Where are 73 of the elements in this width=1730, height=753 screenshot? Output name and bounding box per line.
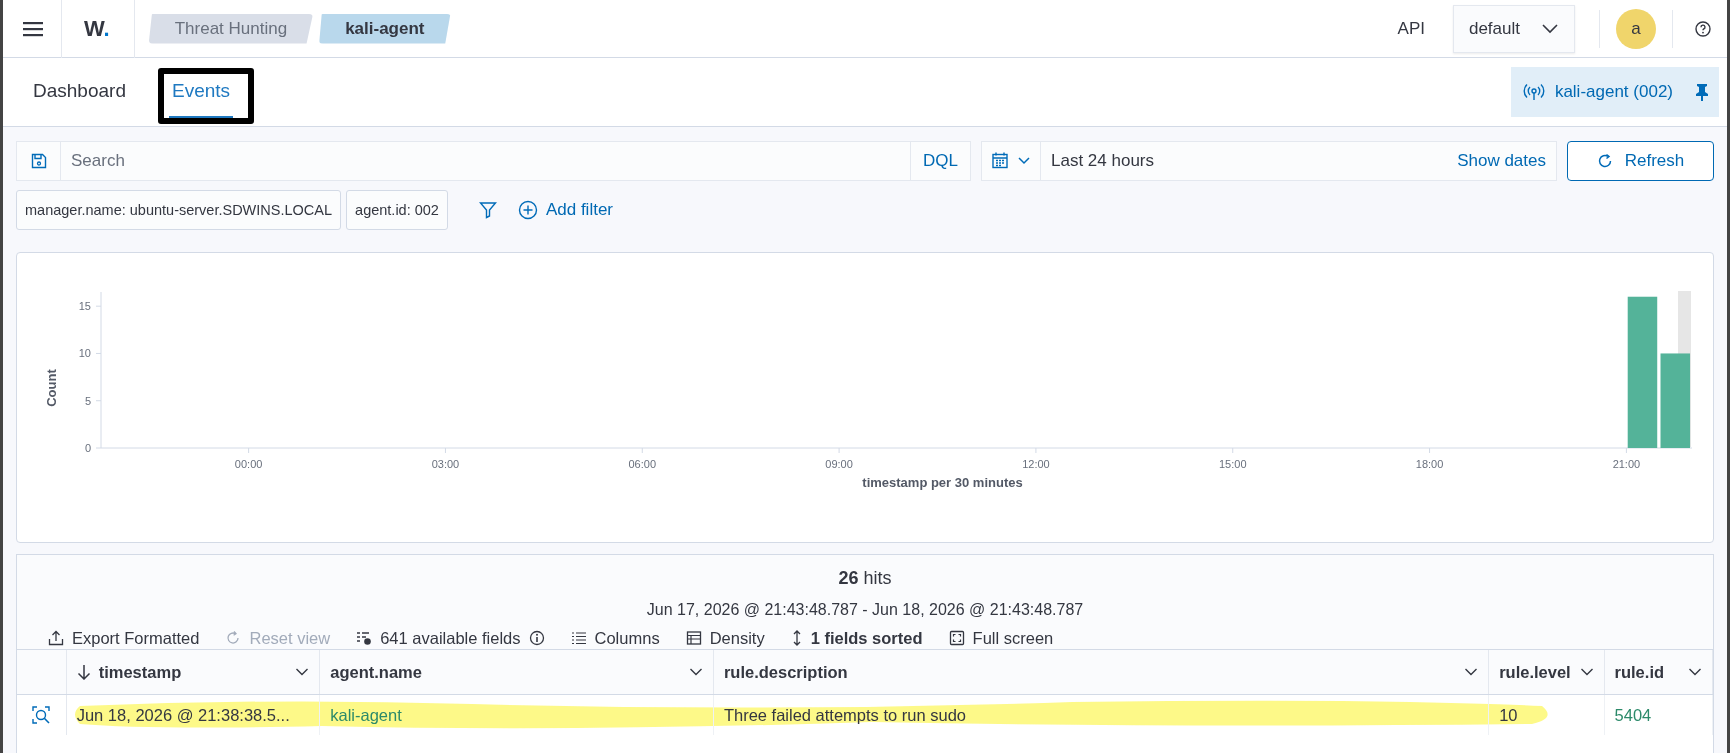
table-icon bbox=[685, 630, 702, 646]
show-dates-link[interactable]: Show dates bbox=[1457, 151, 1556, 171]
fullscreen-icon bbox=[948, 630, 965, 646]
axis-tick-label: 15 bbox=[78, 300, 91, 313]
table-link[interactable]: 5404 bbox=[1614, 705, 1652, 725]
logo[interactable]: W. bbox=[62, 15, 134, 42]
chevron-down-icon bbox=[1464, 667, 1479, 677]
antenna-icon bbox=[1522, 83, 1545, 101]
column-header[interactable]: timestamp bbox=[66, 650, 321, 694]
hits-count: 26 hits bbox=[837, 568, 893, 589]
chevron-down-icon bbox=[295, 667, 310, 677]
chevron-down-icon bbox=[688, 667, 703, 677]
help-icon[interactable] bbox=[1695, 20, 1711, 37]
axis-tick-label: 0 bbox=[84, 442, 91, 454]
breadcrumb[interactable]: Threat Hunting bbox=[148, 13, 314, 44]
table-cell: Jun 18, 2026 @ 21:38:38.5... bbox=[76, 705, 290, 725]
chevron-down-icon bbox=[1688, 667, 1702, 677]
pin-icon[interactable] bbox=[1695, 83, 1709, 101]
plus-circle-icon bbox=[517, 200, 538, 220]
fields-icon bbox=[356, 630, 373, 646]
time-range: Last 24 hours bbox=[1050, 151, 1155, 171]
column-header[interactable]: rule.id bbox=[1604, 650, 1713, 694]
breadcrumb[interactable]: kali-agent bbox=[319, 13, 451, 44]
table-cell: 10 bbox=[1499, 705, 1518, 725]
date-range: Jun 17, 2026 @ 21:43:48.787 - Jun 18, 2026 @ 21:43:48.787 bbox=[645, 601, 1085, 619]
axis-tick-label: 5 bbox=[84, 394, 91, 407]
menu-icon[interactable] bbox=[23, 20, 43, 37]
agent-badge[interactable]: kali-agent (002) bbox=[1510, 67, 1719, 117]
refresh-icon bbox=[1596, 153, 1613, 169]
axis-tick-label: 15:00 bbox=[1219, 458, 1247, 470]
query-language-button[interactable]: DQL bbox=[910, 142, 970, 180]
toolbar-button[interactable]: 641 available fields bbox=[356, 627, 545, 649]
axis-tick-label: 21:00 bbox=[1612, 458, 1641, 470]
axis-tick-label: 06:00 bbox=[628, 458, 657, 470]
filter-pill[interactable]: agent.id: 002 bbox=[346, 190, 448, 230]
save-icon[interactable] bbox=[30, 153, 47, 169]
axis-title: Count bbox=[44, 369, 59, 407]
api-label: API bbox=[1397, 18, 1425, 39]
chevron-down-icon bbox=[1579, 667, 1594, 677]
chevron-down-icon bbox=[1542, 23, 1558, 34]
axis-tick-label: 00:00 bbox=[234, 458, 263, 470]
api-select[interactable]: default bbox=[1452, 4, 1575, 53]
search-field[interactable]: Search DQL bbox=[16, 141, 971, 181]
toolbar-button[interactable]: Full screen bbox=[948, 627, 1054, 649]
axis-tick-label: 09:00 bbox=[825, 458, 853, 470]
toolbar-button[interactable]: Export Formatted bbox=[48, 627, 200, 649]
filter-icon[interactable] bbox=[478, 201, 497, 219]
axis-tick-label: 12:00 bbox=[1022, 458, 1050, 470]
toolbar-button[interactable]: Density bbox=[685, 627, 765, 649]
axis-tick-label: 03:00 bbox=[431, 458, 460, 470]
filter-pill[interactable]: manager.name: ubuntu-server.SDWINS.LOCAL bbox=[16, 190, 342, 230]
info-icon bbox=[528, 630, 545, 646]
tab[interactable]: Dashboard bbox=[30, 66, 129, 118]
export-icon bbox=[48, 630, 64, 646]
axis-title: timestamp per 30 minutes bbox=[862, 475, 1023, 490]
user-avatar[interactable]: a bbox=[1616, 8, 1656, 49]
table-link[interactable]: kali-agent bbox=[330, 705, 402, 725]
axis-tick-label: 18:00 bbox=[1415, 458, 1444, 470]
toolbar-button[interactable]: Columns bbox=[570, 627, 660, 649]
caret-icon[interactable] bbox=[1018, 157, 1030, 165]
date-picker[interactable]: Last 24 hours Show dates bbox=[981, 141, 1557, 181]
inspect-icon[interactable] bbox=[31, 705, 52, 725]
axis-tick-label: 10 bbox=[78, 347, 91, 360]
tab[interactable]: Events bbox=[168, 66, 234, 118]
column-header[interactable]: rule.description bbox=[713, 650, 1490, 694]
add-filter-button[interactable]: Add filter bbox=[517, 200, 613, 220]
column-header[interactable]: rule.level bbox=[1489, 650, 1605, 694]
toolbar-button[interactable]: 1 fields sorted bbox=[790, 627, 923, 649]
reset-icon bbox=[225, 630, 242, 646]
refresh-button[interactable]: Refresh bbox=[1567, 141, 1714, 181]
column-header[interactable]: agent.name bbox=[320, 650, 714, 694]
list-icon bbox=[570, 630, 587, 646]
table-cell: Three failed attempts to run sudo bbox=[723, 705, 966, 725]
